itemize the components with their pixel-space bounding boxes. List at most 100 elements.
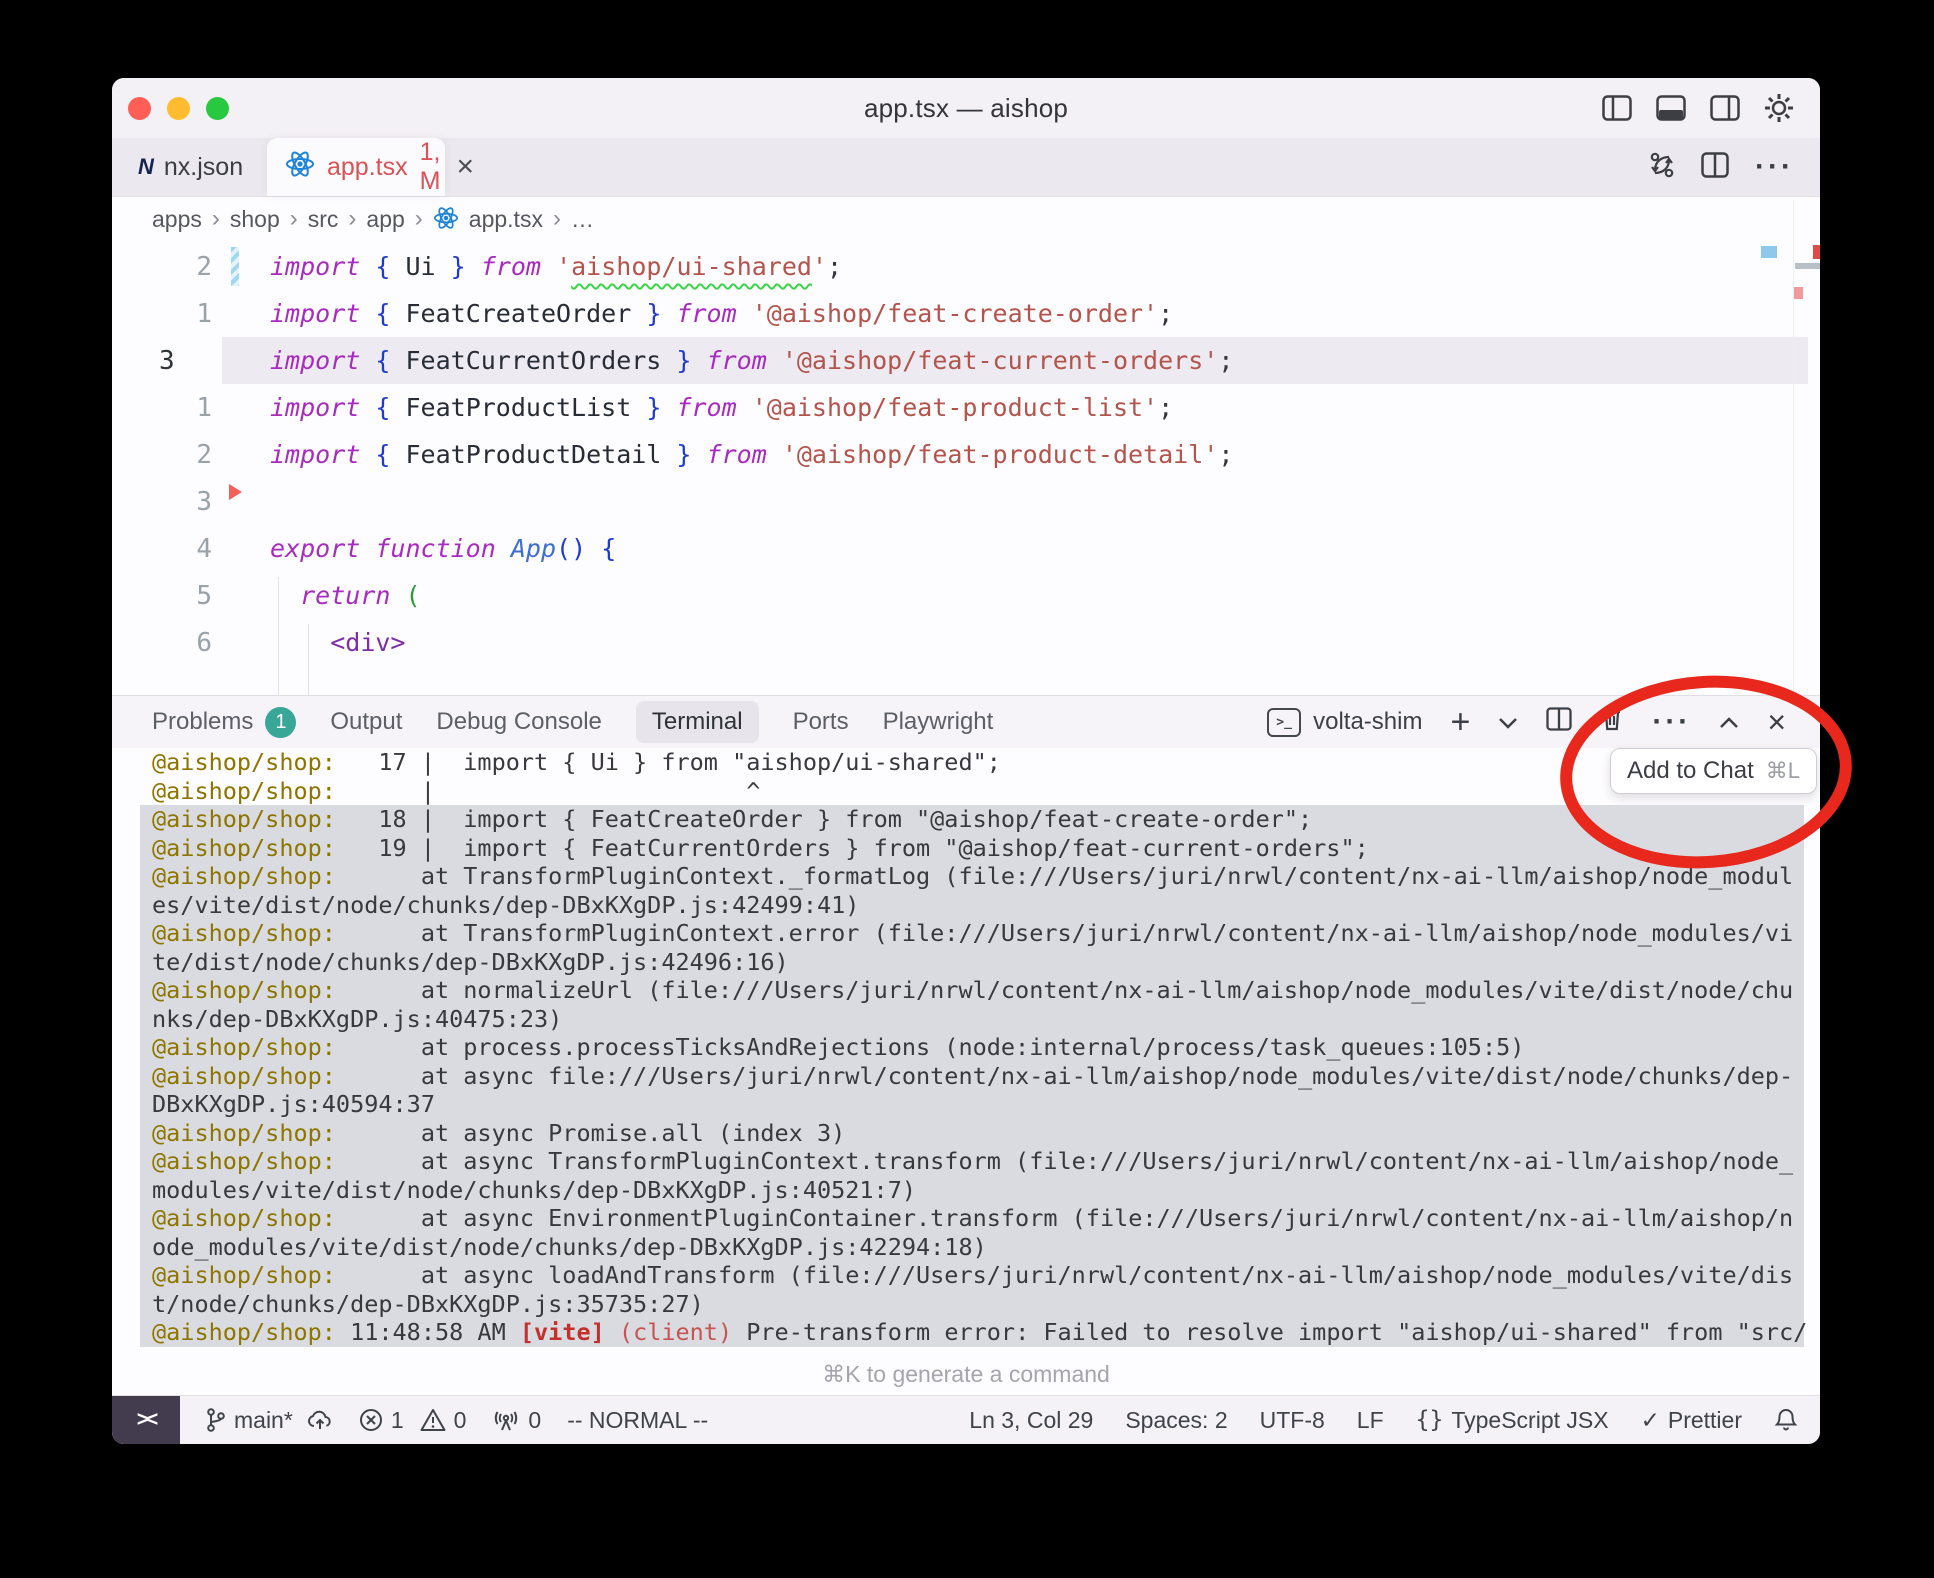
ports-count: 0: [528, 1407, 541, 1434]
terminal-line[interactable]: modules/vite/dist/node/chunks/dep-DBxKXg…: [140, 1176, 1804, 1205]
split-editor-icon[interactable]: [1701, 152, 1729, 183]
git-branch-item[interactable]: main*: [206, 1407, 333, 1434]
react-icon: [285, 150, 315, 185]
code-line[interactable]: 2import { FeatProductDetail } from '@ais…: [112, 431, 1820, 478]
editor-lines: 2import { Ui } from 'aishop/ui-shared';1…: [112, 243, 1820, 666]
ports-status-item[interactable]: 0: [492, 1407, 541, 1434]
terminal-line[interactable]: @aishop/shop: 17 | import { Ui } from "a…: [140, 748, 1804, 777]
code-text: <div>: [270, 628, 405, 657]
problems-status-item[interactable]: 1 0: [359, 1407, 467, 1434]
code-line[interactable]: 2import { Ui } from 'aishop/ui-shared';: [112, 243, 1820, 290]
close-tab-icon[interactable]: ×: [456, 152, 474, 182]
line-number: 2: [112, 252, 212, 282]
kill-terminal-trash-icon[interactable]: [1600, 706, 1624, 739]
cursor-position-item[interactable]: Ln 3, Col 29: [969, 1407, 1093, 1434]
tab-app-tsx[interactable]: app.tsx 1, M ×: [267, 138, 445, 196]
terminal-line[interactable]: @aishop/shop: at async file:///Users/jur…: [140, 1062, 1804, 1091]
panel-tab-label: Ports: [793, 708, 849, 736]
code-line[interactable]: 1import { FeatCreateOrder } from '@aisho…: [112, 290, 1820, 337]
error-count: 1: [391, 1407, 404, 1434]
layout-panel-icon[interactable]: [1656, 95, 1686, 121]
terminal-line[interactable]: @aishop/shop: at async loadAndTransform …: [140, 1261, 1804, 1290]
terminal-line[interactable]: es/vite/dist/node/chunks/dep-DBxKXgDP.js…: [140, 891, 1804, 920]
formatter-item[interactable]: ✓ Prettier: [1641, 1407, 1742, 1434]
terminal-ai-hint: ⌘K to generate a command: [112, 1361, 1820, 1388]
terminal-line[interactable]: t/node/chunks/dep-DBxKXgDP.js:35735:27): [140, 1290, 1804, 1319]
remote-indicator[interactable]: ><: [112, 1396, 180, 1444]
terminal-line[interactable]: @aishop/shop: 18 | import { FeatCreateOr…: [140, 805, 1804, 834]
layout-sidebar-left-icon[interactable]: [1602, 95, 1632, 121]
chevron-right-icon: ›: [212, 205, 220, 233]
screenshot-stage: app.tsx — aishop N nx.json: [0, 0, 1934, 1578]
terminal-name: volta-shim: [1313, 708, 1422, 736]
terminal-line[interactable]: @aishop/shop: 11:48:58 AM [vite] (client…: [140, 1318, 1804, 1347]
status-bar: >< main* 1: [112, 1395, 1820, 1444]
panel-tab-debug-console[interactable]: Debug Console: [436, 708, 601, 736]
breadcrumb-item[interactable]: src: [308, 206, 339, 233]
add-to-chat-tooltip[interactable]: Add to Chat ⌘L: [1610, 748, 1817, 794]
terminal-line[interactable]: @aishop/shop: at async EnvironmentPlugin…: [140, 1204, 1804, 1233]
new-terminal-button[interactable]: +: [1450, 705, 1470, 739]
line-number: 3: [112, 487, 212, 517]
overview-modified-mark: [1761, 246, 1777, 258]
terminal-line[interactable]: @aishop/shop: at async TransformPluginCo…: [140, 1147, 1804, 1176]
eol-item[interactable]: LF: [1357, 1407, 1384, 1434]
vim-mode-indicator[interactable]: -- NORMAL --: [567, 1407, 708, 1434]
minimap-border: [1793, 200, 1794, 695]
breadcrumb-item[interactable]: app.tsx: [469, 206, 543, 233]
cloud-upload-icon: [307, 1409, 333, 1431]
terminal-line[interactable]: @aishop/shop: at async Promise.all (inde…: [140, 1119, 1804, 1148]
panel-more-actions-icon[interactable]: ···: [1652, 707, 1691, 737]
error-circle-icon: [359, 1408, 383, 1432]
indentation-item[interactable]: Spaces: 2: [1125, 1407, 1227, 1434]
notifications-bell-icon[interactable]: [1774, 1407, 1798, 1433]
code-line[interactable]: 4export function App() {: [112, 525, 1820, 572]
code-editor[interactable]: 2import { Ui } from 'aishop/ui-shared';1…: [112, 243, 1820, 695]
language-mode-item[interactable]: {} TypeScript JSX: [1416, 1407, 1609, 1434]
breadcrumb-item[interactable]: app: [366, 206, 404, 233]
open-changes-icon[interactable]: [1649, 151, 1675, 184]
terminal-line[interactable]: DBxKXgDP.js:40594:37: [140, 1090, 1804, 1119]
terminal-output[interactable]: @aishop/shop: 17 | import { Ui } from "a…: [140, 748, 1804, 1348]
active-terminal-item[interactable]: >_ volta-shim: [1267, 708, 1422, 737]
terminal-line[interactable]: @aishop/shop: 19 | import { FeatCurrentO…: [140, 834, 1804, 863]
code-text: import { FeatProductList } from '@aishop…: [270, 393, 1173, 422]
breadcrumb: apps› shop› src› app› app.tsx› …: [152, 200, 594, 238]
panel-tab-output[interactable]: Output: [330, 708, 402, 736]
code-line[interactable]: 3import { FeatCurrentOrders } from '@ais…: [112, 337, 1820, 384]
editor-more-actions-icon[interactable]: ···: [1755, 152, 1794, 182]
terminal-line[interactable]: ode_modules/vite/dist/node/chunks/dep-DB…: [140, 1233, 1804, 1262]
terminal-dropdown-chevron-icon[interactable]: [1498, 708, 1518, 736]
branch-name: main*: [234, 1407, 293, 1434]
breadcrumb-item[interactable]: …: [571, 206, 594, 233]
code-line[interactable]: 3: [112, 478, 1820, 525]
add-to-chat-shortcut: ⌘L: [1766, 758, 1800, 784]
panel-tab-terminal[interactable]: Terminal: [636, 701, 759, 743]
panel-tab-playwright[interactable]: Playwright: [883, 708, 994, 736]
split-terminal-icon[interactable]: [1546, 707, 1572, 738]
code-line[interactable]: 1import { FeatProductList } from '@aisho…: [112, 384, 1820, 431]
terminal-line[interactable]: @aishop/shop: | ^: [140, 777, 1804, 806]
terminal-line[interactable]: @aishop/shop: at process.processTicksAnd…: [140, 1033, 1804, 1062]
terminal-line[interactable]: te/dist/node/chunks/dep-DBxKXgDP.js:4249…: [140, 948, 1804, 977]
panel-tab-ports[interactable]: Ports: [793, 708, 849, 736]
git-branch-icon: [206, 1407, 226, 1433]
minimap-slider[interactable]: [1795, 263, 1820, 269]
breadcrumb-item[interactable]: apps: [152, 206, 202, 233]
tab-label: nx.json: [164, 153, 243, 182]
layout-sidebar-right-icon[interactable]: [1710, 95, 1740, 121]
terminal-line[interactable]: nks/dep-DBxKXgDP.js:40475:23): [140, 1005, 1804, 1034]
panel-tab-problems[interactable]: Problems 1: [152, 707, 296, 738]
encoding-item[interactable]: UTF-8: [1260, 1407, 1325, 1434]
broadcast-tower-icon: [492, 1408, 520, 1432]
terminal-line[interactable]: @aishop/shop: at normalizeUrl (file:///U…: [140, 976, 1804, 1005]
terminal-line[interactable]: @aishop/shop: at TransformPluginContext.…: [140, 919, 1804, 948]
code-line[interactable]: 6 <div>: [112, 619, 1820, 666]
settings-gear-icon[interactable]: [1764, 93, 1794, 123]
code-line[interactable]: 5 return (: [112, 572, 1820, 619]
breadcrumb-item[interactable]: shop: [230, 206, 280, 233]
close-panel-icon[interactable]: ×: [1767, 706, 1786, 738]
tab-nx-json[interactable]: N nx.json: [120, 138, 261, 196]
maximize-panel-chevron-icon[interactable]: [1719, 708, 1739, 736]
terminal-line[interactable]: @aishop/shop: at TransformPluginContext.…: [140, 862, 1804, 891]
